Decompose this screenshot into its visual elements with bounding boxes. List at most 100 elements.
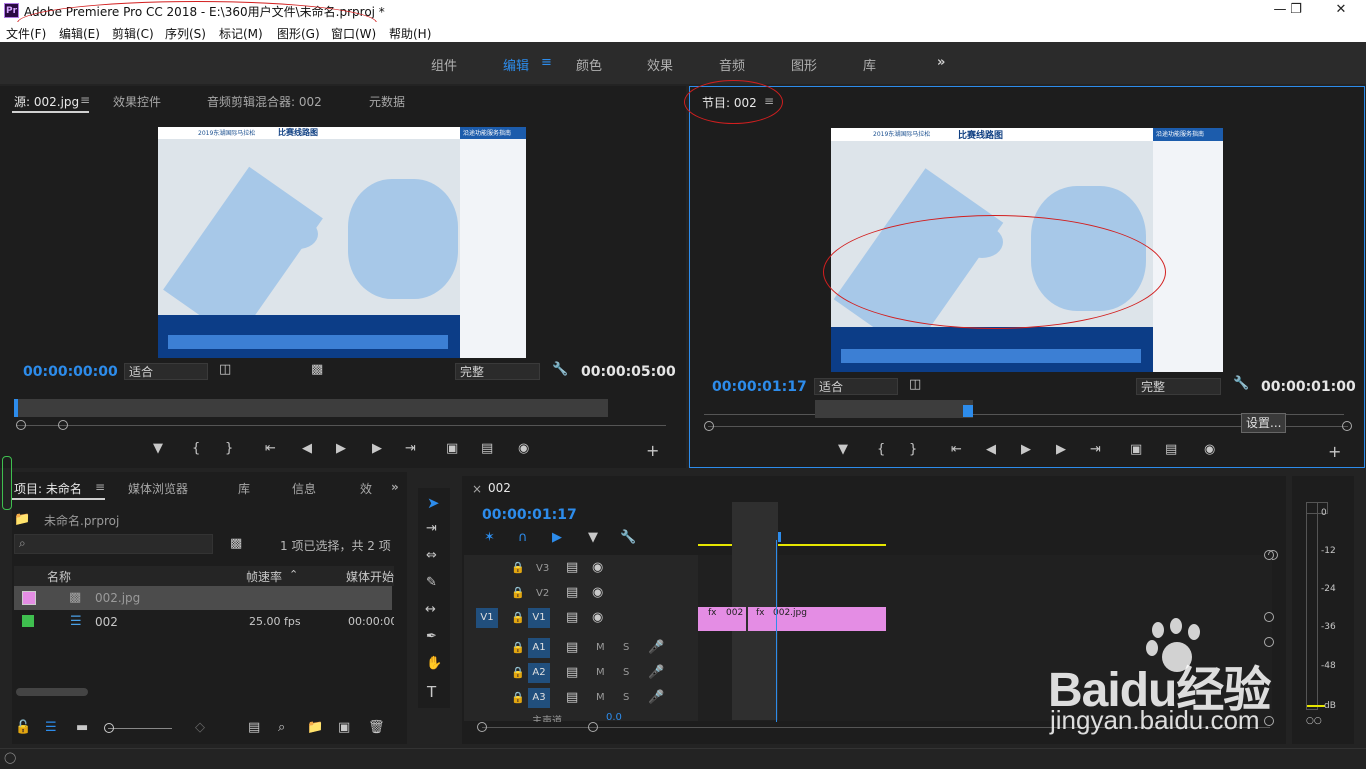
selection-tool-icon[interactable]: ➤ xyxy=(427,494,440,512)
solo-button[interactable]: S xyxy=(623,667,629,678)
menu-window[interactable]: 窗口(W) xyxy=(331,25,376,42)
menu-sequence[interactable]: 序列(S) xyxy=(165,25,206,42)
razor-tool-icon[interactable]: ✎ xyxy=(426,575,437,590)
timeline-zoom-handle-left[interactable] xyxy=(477,722,487,732)
project-tab-menu-icon[interactable]: ≡ xyxy=(95,480,105,494)
slip-tool-icon[interactable]: ↔ xyxy=(425,602,436,617)
mute-button[interactable]: M xyxy=(596,692,605,703)
timeline-close-icon[interactable]: × xyxy=(472,482,482,496)
source-film-icon[interactable]: ▩ xyxy=(311,362,323,377)
program-fit-dropdown[interactable]: 适合 xyxy=(814,378,898,395)
source-fit-dropdown[interactable]: 适合 xyxy=(124,363,208,380)
video-scroll-handle-bottom[interactable] xyxy=(1264,612,1274,622)
track-target-a1[interactable]: A1 xyxy=(528,638,550,658)
workspace-color[interactable]: 颜色 xyxy=(576,55,602,74)
program-go-to-out-icon[interactable]: ⇥ xyxy=(1090,442,1101,457)
step-back-icon[interactable]: ◀ xyxy=(302,441,312,456)
timeline-zoom-handle-right[interactable] xyxy=(588,722,598,732)
eye-icon[interactable]: ◉ xyxy=(592,560,603,575)
program-zoom-handle-left[interactable] xyxy=(704,421,714,431)
tab-audio-clip-mixer[interactable]: 音频剪辑混合器: 002 xyxy=(207,93,322,110)
timeline-settings-wrench-icon[interactable]: 🔧 xyxy=(620,530,636,545)
table-row[interactable]: ☰ 002 25.00 fps 00:00:00: xyxy=(14,610,394,634)
overwrite-icon[interactable]: ▤ xyxy=(481,441,493,456)
column-media-start[interactable]: 媒体开始 xyxy=(346,568,394,585)
program-step-forward-icon[interactable]: ▶ xyxy=(1056,442,1066,457)
lock-icon[interactable]: 🔓 xyxy=(15,720,31,735)
lock-track-icon[interactable]: 🔒 xyxy=(511,666,525,679)
menu-marker[interactable]: 标记(M) xyxy=(219,25,263,42)
sort-icons-icon[interactable]: ◇ xyxy=(195,720,205,735)
source-tab-menu-icon[interactable]: ≡ xyxy=(80,93,90,107)
zoom-slider-handle[interactable] xyxy=(104,723,114,733)
mute-button[interactable]: M xyxy=(596,642,605,653)
sync-lock-icon[interactable]: ▤ xyxy=(566,640,578,655)
audio-scroll-handle-top[interactable] xyxy=(1264,637,1274,647)
workspace-assembly[interactable]: 组件 xyxy=(431,55,457,74)
track-select-tool-icon[interactable]: ⇥ xyxy=(426,521,437,536)
column-name[interactable]: 名称 xyxy=(47,568,71,585)
source-zoom-icon[interactable]: ◫ xyxy=(219,362,231,377)
microphone-icon[interactable]: 🎤 xyxy=(648,665,664,680)
type-tool-icon[interactable]: T xyxy=(427,683,436,701)
workspace-graphics[interactable]: 图形 xyxy=(791,55,817,74)
track-label[interactable]: V3 xyxy=(536,563,549,574)
tab-media-browser[interactable]: 媒体浏览器 xyxy=(128,480,188,497)
source-zoom-bar[interactable] xyxy=(16,425,666,426)
clip-002[interactable]: fx 002 xyxy=(698,607,746,631)
video-scroll-handle-top[interactable] xyxy=(1264,550,1274,560)
tab-metadata[interactable]: 元数据 xyxy=(369,93,405,110)
lock-track-icon[interactable]: 🔒 xyxy=(511,691,525,704)
timeline-ruler[interactable] xyxy=(698,502,1270,546)
tab-effects-truncated[interactable]: 效 xyxy=(360,480,372,497)
button-editor-plus-icon[interactable]: + xyxy=(646,441,659,460)
eye-icon[interactable]: ◉ xyxy=(592,585,603,600)
project-search-input[interactable]: ⌕ xyxy=(14,534,213,554)
tab-sequence[interactable]: 002 xyxy=(488,481,511,495)
source-time-ruler[interactable] xyxy=(14,399,608,417)
play-icon[interactable]: ▶ xyxy=(336,441,346,456)
panel-resize-indicator[interactable] xyxy=(2,456,12,510)
menu-help[interactable]: 帮助(H) xyxy=(389,25,431,42)
meter-solo-icons[interactable]: ○○ xyxy=(1306,716,1322,726)
mute-button[interactable]: M xyxy=(596,667,605,678)
sort-ascending-icon[interactable]: ⌃ xyxy=(289,568,298,581)
source-zoom-handle-left[interactable] xyxy=(16,420,26,430)
sync-lock-icon[interactable]: ▤ xyxy=(566,560,578,575)
clip-002-jpg[interactable]: fx 002.jpg xyxy=(748,607,886,631)
new-item-icon[interactable]: ▣ xyxy=(338,720,350,735)
tab-source[interactable]: 源: 002.jpg xyxy=(14,93,79,110)
mark-in-icon[interactable]: { xyxy=(192,441,200,456)
program-go-to-in-icon[interactable]: ⇤ xyxy=(951,442,962,457)
export-frame-icon[interactable]: ◉ xyxy=(518,441,529,456)
program-playhead[interactable] xyxy=(963,405,973,417)
list-view-icon[interactable]: ☰ xyxy=(45,720,57,735)
add-marker-icon[interactable]: ▼ xyxy=(153,441,163,456)
program-time-ruler[interactable] xyxy=(815,400,973,418)
sync-lock-icon[interactable]: ▤ xyxy=(566,690,578,705)
linked-selection-icon[interactable]: ▶ xyxy=(552,530,562,545)
sync-lock-icon[interactable]: ▤ xyxy=(566,665,578,680)
timeline-marker-icon[interactable]: ▼ xyxy=(588,530,598,545)
work-area-bar[interactable] xyxy=(698,544,886,546)
program-button-editor-plus-icon[interactable]: + xyxy=(1328,442,1341,461)
timeline-timecode[interactable]: 00:00:01:17 xyxy=(482,507,577,523)
clear-icon[interactable]: 🗑 xyxy=(368,720,385,735)
item-name[interactable]: 002 xyxy=(95,615,118,629)
go-to-out-icon[interactable]: ⇥ xyxy=(405,441,416,456)
maximize-icon[interactable]: ❐ xyxy=(1286,2,1306,20)
lock-track-icon[interactable]: 🔒 xyxy=(511,561,525,574)
track-label[interactable]: V2 xyxy=(536,588,549,599)
project-horizontal-scrollbar[interactable] xyxy=(16,688,88,696)
workspace-menu-icon[interactable]: ≡ xyxy=(541,55,552,70)
label-color-swatch[interactable] xyxy=(22,591,36,605)
new-bin-icon[interactable]: 📁 xyxy=(307,720,323,735)
microphone-icon[interactable]: 🎤 xyxy=(648,640,664,655)
new-search-bin-icon[interactable]: ▩ xyxy=(230,536,242,551)
automate-to-sequence-icon[interactable]: ▤ xyxy=(248,720,260,735)
column-frame-rate[interactable]: 帧速率 xyxy=(246,568,282,585)
tab-libraries[interactable]: 库 xyxy=(238,480,250,497)
extract-icon[interactable]: ▤ xyxy=(1165,442,1177,457)
source-patch-v1[interactable]: V1 xyxy=(476,608,498,628)
track-target-a2[interactable]: A2 xyxy=(528,663,550,683)
